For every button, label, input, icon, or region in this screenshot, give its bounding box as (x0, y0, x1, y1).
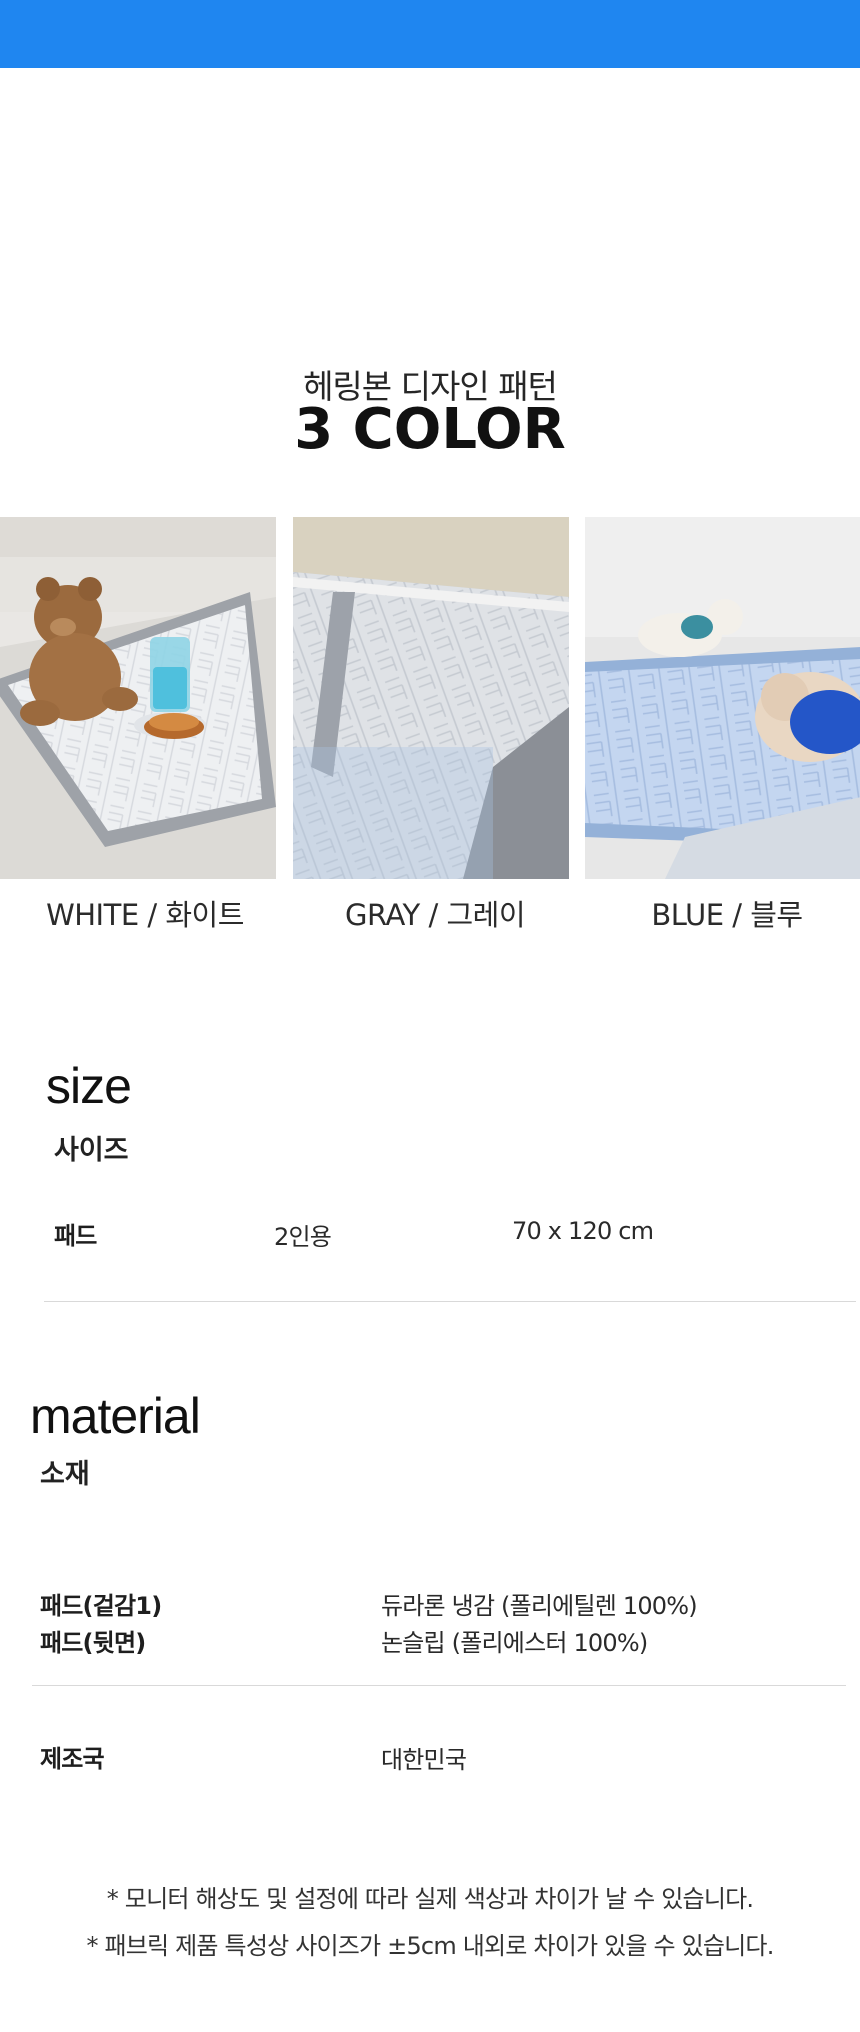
white-photo-illustration (0, 517, 276, 879)
blue-swatch-photo (585, 517, 860, 879)
material-label-back: 패드(뒷면) (40, 1629, 146, 1657)
material-value-back: 논슬립 (폴리에스터 100%) (381, 1629, 648, 1657)
material-label-outer: 패드(겉감1) (40, 1592, 162, 1620)
gray-photo-illustration (293, 517, 569, 879)
material-heading-ko: 소재 (40, 1459, 90, 1490)
note-size-disclaimer: * 패브릭 제품 특성상 사이즈가 ±5cm 내외로 차이가 있을 수 있습니다… (86, 1932, 774, 1960)
hero-title: 3 COLOR (294, 397, 566, 462)
gray-swatch-photo (293, 517, 569, 879)
material-divider (32, 1685, 846, 1686)
size-item-label: 패드 (54, 1222, 97, 1250)
origin-label: 제조국 (40, 1745, 105, 1773)
swatch-caption-gray: GRAY / 그레이 (345, 898, 526, 932)
size-divider (44, 1301, 856, 1302)
material-heading-en: material (30, 1388, 201, 1444)
origin-value: 대한민국 (381, 1746, 467, 1774)
top-color-bar (0, 0, 860, 68)
size-heading-ko: 사이즈 (54, 1135, 129, 1166)
swatch-caption-white: WHITE / 화이트 (46, 898, 244, 932)
size-capacity: 2인용 (274, 1223, 332, 1251)
swatch-caption-blue: BLUE / 블루 (651, 898, 803, 932)
white-swatch-photo (0, 517, 276, 879)
size-dimension: 70 x 120 cm (512, 1217, 654, 1245)
blue-photo-illustration (585, 517, 860, 879)
note-color-disclaimer: * 모니터 해상도 및 설정에 따라 실제 색상과 차이가 날 수 있습니다. (106, 1885, 754, 1913)
material-value-outer: 듀라론 냉감 (폴리에틸렌 100%) (381, 1592, 698, 1620)
size-heading-en: size (46, 1058, 132, 1114)
